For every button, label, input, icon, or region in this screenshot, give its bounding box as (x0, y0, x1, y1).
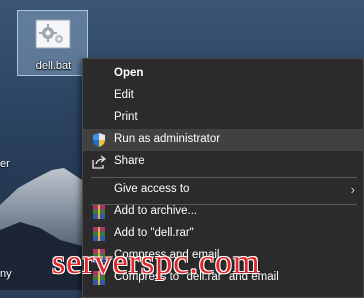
menu-item-add-to-rar[interactable]: Add to "dell.rar" (83, 223, 364, 245)
winrar-icon (93, 205, 105, 219)
menu-item-edit[interactable]: Edit (83, 85, 364, 107)
chevron-right-icon: › (350, 182, 355, 197)
menu-item-print[interactable]: Print (83, 107, 364, 129)
menu-item-label: Share (114, 155, 145, 167)
menu-item-label: Open (114, 67, 144, 79)
share-icon (92, 155, 107, 169)
menu-item-label: Print (114, 111, 138, 123)
file-name-label: dell.bat (35, 60, 72, 72)
menu-item-label: Give access to (114, 183, 190, 195)
winrar-icon (93, 227, 105, 241)
desktop-edge-label: ny (0, 268, 12, 280)
menu-item-add-to-archive[interactable]: Add to archive... (83, 201, 364, 223)
menu-separator (91, 177, 357, 178)
menu-item-share[interactable]: Share (83, 151, 364, 173)
menu-item-give-access-to[interactable]: Give access to › (83, 179, 364, 201)
menu-item-run-as-administrator[interactable]: Run as administrator (83, 129, 364, 151)
menu-item-label: Add to archive... (114, 205, 198, 217)
menu-item-label: Run as administrator (114, 133, 221, 145)
menu-item-label: Add to "dell.rar" (114, 227, 194, 239)
desktop-file-icon-selected[interactable]: dell.bat (17, 10, 88, 76)
batch-file-icon (35, 19, 71, 49)
uac-shield-icon (93, 133, 105, 147)
watermark-text: serverspc.com (52, 244, 261, 281)
menu-item-label: Edit (114, 89, 134, 101)
menu-item-open[interactable]: Open (83, 63, 364, 85)
desktop-edge-label: er (0, 158, 10, 170)
